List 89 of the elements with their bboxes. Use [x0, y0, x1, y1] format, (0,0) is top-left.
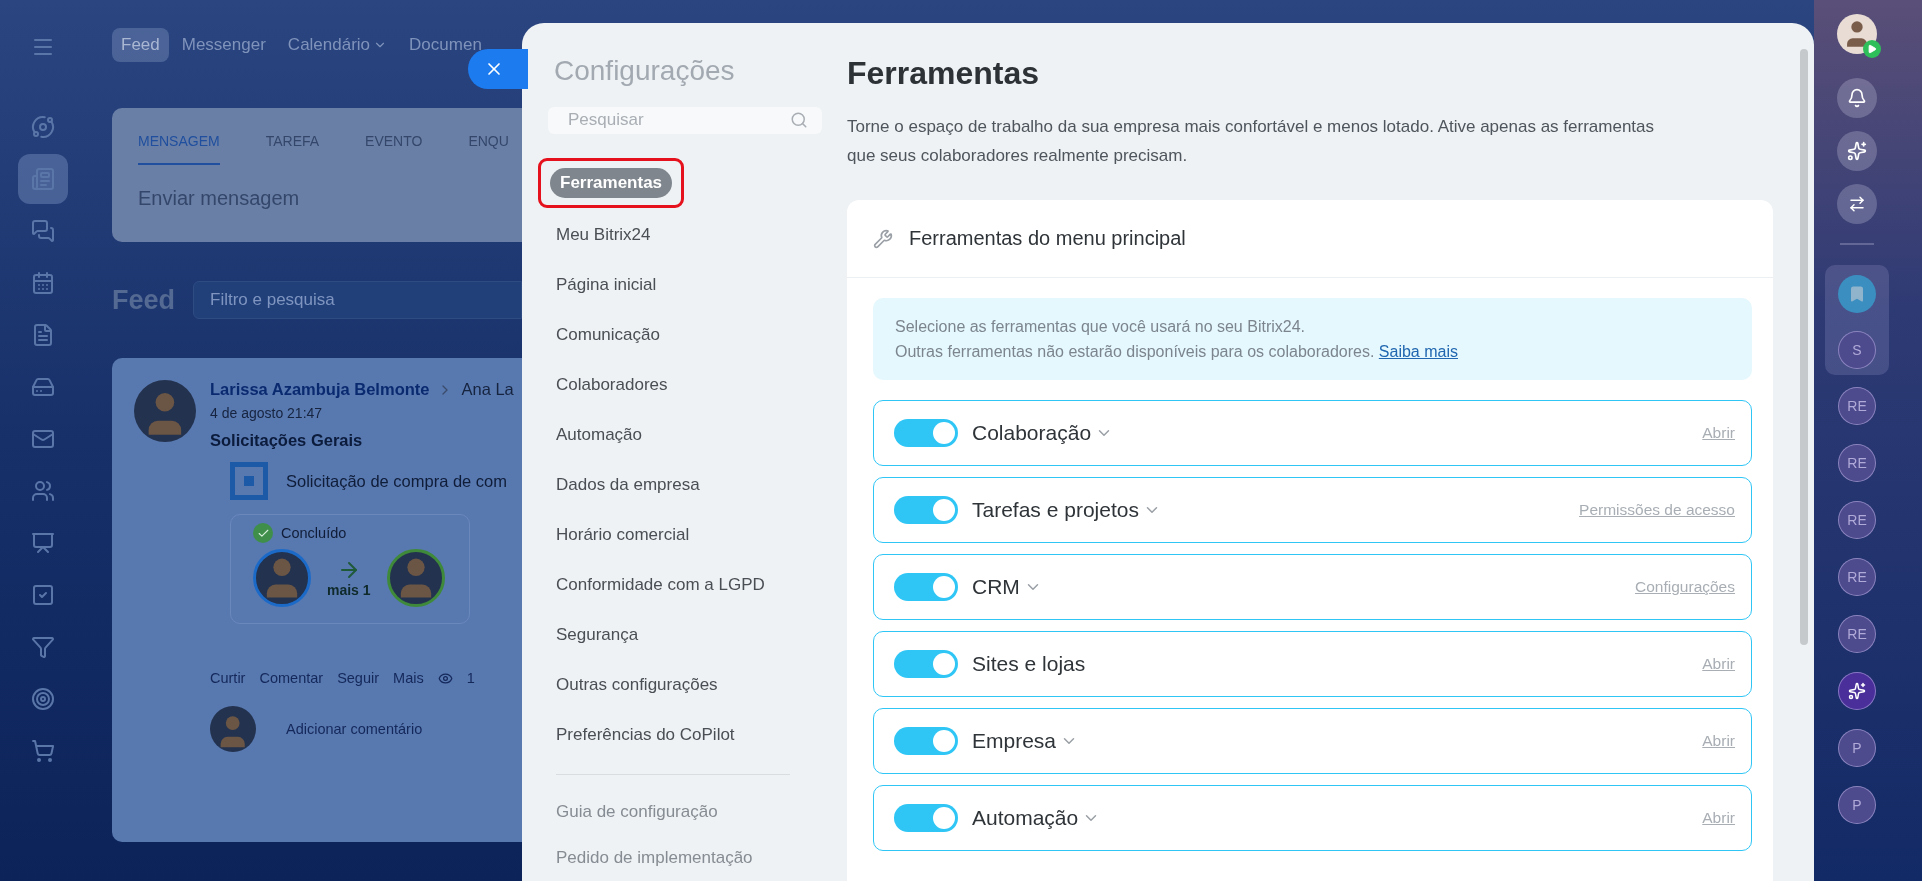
tool-name: Automação: [972, 806, 1079, 830]
settings-title: Configurações: [553, 55, 736, 87]
chat-avatar[interactable]: RE: [1838, 615, 1876, 653]
wrench-icon: [873, 228, 893, 249]
composer-tab[interactable]: EVENTO: [365, 133, 423, 165]
settings-menu-item[interactable]: Página inicial: [548, 259, 665, 310]
composer-tab[interactable]: TAREFA: [265, 133, 320, 165]
avatar-icon: [210, 706, 256, 752]
chat-avatar[interactable]: P: [1838, 729, 1876, 767]
sparkle-icon[interactable]: [1838, 672, 1876, 710]
square-icon: [230, 462, 268, 500]
page-description: Torne o espaço de trabalho da sua empresa mais confortável e menos lotado. Ative apenas as ferramentas que seus colaboradores realmente precisam.: [847, 116, 1656, 167]
tool-action-link[interactable]: Abrir: [1702, 424, 1735, 442]
settings-menu-item[interactable]: Automação: [548, 409, 650, 460]
tool-name: Empresa: [972, 729, 1057, 753]
search-icon: [790, 111, 808, 130]
post-title: Solicitações Gerais: [210, 431, 364, 450]
status-text: Concluído: [281, 525, 347, 541]
tool-action-link[interactable]: Abrir: [1702, 732, 1735, 750]
settings-menu-item[interactable]: Colaboradores: [548, 359, 676, 410]
chat-avatar[interactable]: S: [1838, 331, 1876, 369]
tool-toggle[interactable]: [894, 573, 958, 601]
view-count: 1: [466, 670, 475, 686]
tool-toggle[interactable]: [894, 650, 958, 678]
tool-toggle[interactable]: [894, 419, 958, 447]
tool-action-link[interactable]: Abrir: [1702, 809, 1735, 827]
nav-tab[interactable]: Feed: [112, 28, 169, 62]
chat-avatar[interactable]: RE: [1838, 444, 1876, 482]
bookmark-icon[interactable]: [1838, 275, 1876, 313]
settings-link[interactable]: Guia de configuração: [548, 789, 822, 835]
chat-avatar[interactable]: RE: [1838, 558, 1876, 596]
settings-menu-item[interactable]: Ferramentas: [550, 167, 673, 198]
avatar-icon: [253, 549, 311, 607]
tool-toggle[interactable]: [894, 727, 958, 755]
tool-action-link[interactable]: Permissões de acesso: [1579, 501, 1735, 519]
card-title: Ferramentas do menu principal: [909, 227, 1186, 250]
message-field[interactable]: Enviar mensagem: [138, 187, 522, 210]
bell-icon[interactable]: [1837, 78, 1877, 118]
tool-action-link[interactable]: Configurações: [1635, 578, 1735, 596]
avatar-icon: [386, 549, 445, 607]
tool-action-link[interactable]: Abrir: [1702, 655, 1735, 673]
post-action[interactable]: Curtir: [210, 670, 246, 686]
nav-tab[interactable]: Calendário: [278, 28, 397, 62]
tool-name: Sites e lojas: [972, 652, 1086, 676]
settings-link[interactable]: Pedido de implementação: [548, 835, 822, 881]
tool-toggle[interactable]: [894, 804, 958, 832]
settings-menu-item[interactable]: Horário comercial: [548, 509, 698, 560]
composer-tab[interactable]: ENQU: [468, 133, 509, 165]
post-action[interactable]: Mais: [393, 670, 424, 686]
close-button[interactable]: [468, 49, 528, 89]
sparkle-icon[interactable]: [1837, 131, 1877, 171]
settings-menu-item[interactable]: Dados da empresa: [548, 459, 708, 510]
chat-avatar[interactable]: RE: [1838, 387, 1876, 425]
tool-toggle[interactable]: [894, 496, 958, 524]
composer-tab[interactable]: MENSAGEM: [138, 133, 220, 165]
chat-avatar[interactable]: P: [1838, 786, 1876, 824]
check-icon: [253, 523, 273, 543]
info-text: Selecione as ferramentas que você usará no seu Bitrix24. Outras ferramentas não estarão disponíveis para os colaboradores. Saiba mais: [873, 298, 1752, 380]
post-date: 4 de agosto 21:47: [210, 405, 324, 421]
settings-menu-item[interactable]: Meu Bitrix24: [548, 209, 659, 260]
tool-name: Colaboração: [972, 421, 1092, 445]
search-field[interactable]: Pesquisar: [548, 107, 822, 134]
eye-icon: [437, 670, 453, 686]
post-action[interactable]: Seguir: [337, 670, 380, 686]
play-icon: [1863, 40, 1881, 58]
feed-title: Feed: [112, 284, 176, 316]
settings-menu-item[interactable]: Comunicação: [548, 309, 668, 360]
learn-more-link[interactable]: Saiba mais: [1378, 343, 1458, 360]
chat-avatar[interactable]: RE: [1838, 501, 1876, 539]
filter-field[interactable]: Filtro e pesquisa: [193, 281, 522, 319]
settings-menu-item[interactable]: Preferências do CoPilot: [548, 709, 743, 760]
settings-menu-item[interactable]: Outras configurações: [548, 659, 726, 710]
settings-menu-item[interactable]: Segurança: [548, 609, 647, 660]
post-action[interactable]: Comentar: [259, 670, 324, 686]
nav-tab[interactable]: Messenger: [172, 28, 275, 62]
request-text: Solicitação de compra de com: [286, 471, 508, 491]
newspaper-icon[interactable]: [18, 154, 68, 204]
nav-tab[interactable]: Documen: [400, 28, 491, 62]
exchange-icon[interactable]: [1837, 184, 1877, 224]
tool-name: CRM: [972, 575, 1020, 599]
recipient-link[interactable]: Ana La: [461, 380, 514, 399]
user-avatar[interactable]: [1837, 14, 1877, 54]
comment-field[interactable]: Adicionar comentário: [286, 721, 423, 737]
author-link[interactable]: Larissa Azambuja Belmonte: [210, 380, 430, 399]
scrollbar[interactable]: [1800, 49, 1808, 645]
settings-menu-item[interactable]: Conformidade com a LGPD: [548, 559, 773, 610]
flow-label: mais 1: [327, 582, 371, 598]
page-title: Ferramentas: [847, 55, 1041, 92]
tool-name: Tarefas e projetos: [972, 498, 1139, 522]
